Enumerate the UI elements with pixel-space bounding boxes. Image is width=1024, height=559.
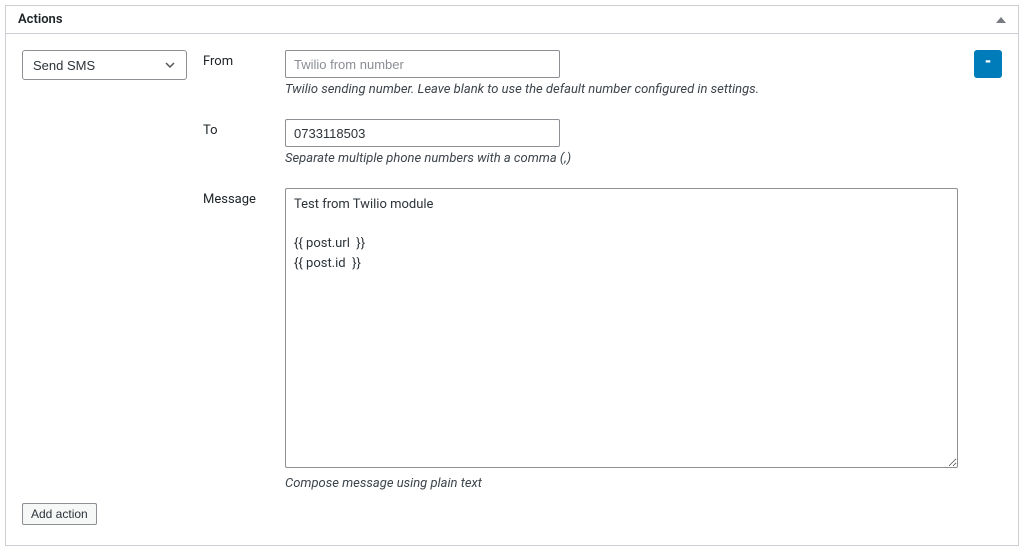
to-help-text: Separate multiple phone numbers with a c…: [285, 151, 958, 166]
from-field-row: From Twilio sending number. Leave blank …: [203, 50, 958, 97]
add-action-button[interactable]: Add action: [22, 503, 97, 525]
panel-body: Send SMS From Twilio sending number. Lea…: [6, 34, 1018, 545]
panel-title: Actions: [18, 12, 63, 27]
to-input[interactable]: [285, 119, 560, 147]
from-help-text: Twilio sending number. Leave blank to us…: [285, 82, 958, 97]
to-label: To: [203, 119, 285, 138]
message-field-row: Message Compose message using plain text: [203, 188, 958, 491]
actions-panel: Actions Send SMS From Twilio sending num…: [5, 5, 1019, 546]
remove-action-button[interactable]: -: [974, 50, 1002, 78]
message-textarea[interactable]: [285, 188, 958, 468]
to-field-row: To Separate multiple phone numbers with …: [203, 119, 958, 166]
fields-column: From Twilio sending number. Leave blank …: [203, 50, 958, 497]
action-row: Send SMS From Twilio sending number. Lea…: [22, 50, 1002, 497]
from-label: From: [203, 50, 285, 69]
collapse-up-icon: [996, 17, 1006, 23]
message-label: Message: [203, 188, 285, 207]
footer-row: Add action: [22, 503, 1002, 525]
action-type-select[interactable]: Send SMS: [22, 50, 187, 80]
panel-header[interactable]: Actions: [6, 6, 1018, 34]
message-help-text: Compose message using plain text: [285, 476, 958, 491]
from-input[interactable]: [285, 50, 560, 78]
